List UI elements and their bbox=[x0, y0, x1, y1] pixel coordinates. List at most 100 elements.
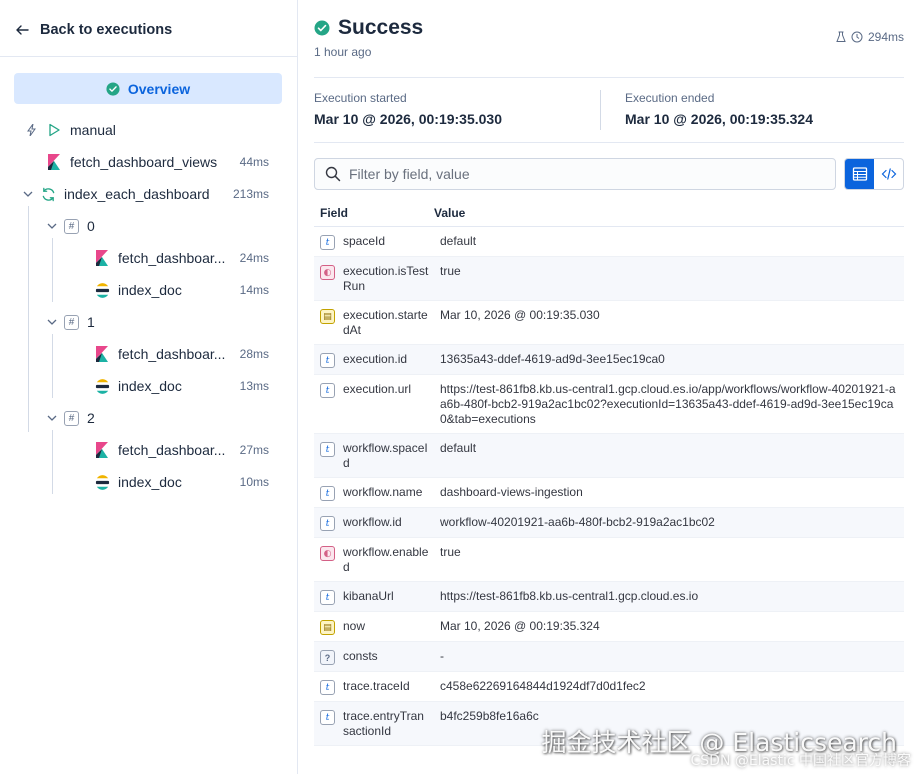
step-label: fetch_dashboar... bbox=[118, 442, 226, 458]
step-label: index_doc bbox=[118, 474, 182, 490]
step-fetch-dashboard[interactable]: fetch_dashboar... bbox=[94, 246, 230, 270]
step-index-doc[interactable]: index_doc bbox=[94, 470, 182, 494]
date-type-icon: ▤ bbox=[320, 620, 335, 635]
field-name: execution.isTestRun bbox=[343, 264, 429, 293]
table-body: t spaceId default ◐ execution.isTestRun true ▤… bbox=[314, 227, 904, 746]
step-duration: 44ms bbox=[239, 155, 269, 169]
step-duration: 10ms bbox=[239, 475, 269, 489]
field-cell: ▤ execution.startedAt bbox=[314, 301, 440, 344]
check-circle-icon bbox=[106, 81, 120, 96]
chevron-down-icon[interactable] bbox=[46, 412, 58, 424]
iteration-label: 1 bbox=[87, 314, 95, 330]
string-type-icon: t bbox=[320, 590, 335, 605]
field-name: execution.id bbox=[343, 352, 408, 366]
table-row[interactable]: t execution.id 13635a43-ddef-4619-ad9d-3ee… bbox=[314, 345, 904, 375]
summary-divider bbox=[600, 90, 601, 130]
back-label: Back to executions bbox=[40, 22, 173, 38]
table-row[interactable]: ◐ workflow.enabled true bbox=[314, 538, 904, 582]
unknown-type-icon: ? bbox=[320, 650, 335, 665]
table-header: Field Value bbox=[314, 199, 904, 227]
back-to-executions-link[interactable]: Back to executions bbox=[14, 18, 172, 42]
table-row[interactable]: t workflow.id workflow-40201921-aa6b-480f-… bbox=[314, 508, 904, 538]
step-index-doc[interactable]: index_doc bbox=[94, 278, 182, 302]
overview-item[interactable]: Overview bbox=[14, 73, 282, 104]
step-duration: 24ms bbox=[239, 251, 269, 265]
bolt-icon bbox=[24, 122, 40, 138]
string-type-icon: t bbox=[320, 383, 335, 398]
kibana-icon bbox=[94, 442, 110, 458]
field-value: 13635a43-ddef-4619-ad9d-3ee15ec19ca0 bbox=[440, 352, 665, 366]
step-fetch-dashboard[interactable]: fetch_dashboar... bbox=[94, 342, 230, 366]
table-row[interactable]: ? consts - bbox=[314, 642, 904, 672]
step-label: index_each_dashboard bbox=[64, 186, 210, 202]
table-row[interactable]: t spaceId default bbox=[314, 227, 904, 257]
field-name: workflow.spaceId bbox=[343, 441, 428, 470]
step-label: fetch_dashboar... bbox=[118, 346, 226, 362]
table-row[interactable]: ▤ now Mar 10, 2026 @ 00:19:35.324 bbox=[314, 612, 904, 642]
field-value: https://test-861fb8.kb.us-central1.gcp.c… bbox=[440, 589, 699, 603]
overview-label: Overview bbox=[127, 80, 191, 97]
field-value: - bbox=[440, 649, 444, 663]
table-icon bbox=[852, 167, 867, 181]
field-name: execution.url bbox=[343, 382, 412, 396]
step-label: fetch_dashboard_views bbox=[70, 154, 218, 170]
iteration-label: 2 bbox=[87, 410, 95, 426]
elasticsearch-icon bbox=[94, 282, 110, 298]
field-cell: ? consts bbox=[314, 642, 440, 671]
hash-icon: # bbox=[64, 218, 79, 234]
step-fetch-dashboard-views[interactable]: fetch_dashboard_views bbox=[46, 150, 226, 174]
field-name: kibanaUrl bbox=[343, 589, 394, 603]
loop-icon bbox=[40, 186, 56, 202]
field-cell: ◐ workflow.enabled bbox=[314, 538, 440, 581]
chevron-down-icon[interactable] bbox=[22, 188, 34, 200]
field-cell: t trace.entryTransactionId bbox=[314, 702, 440, 745]
table-row[interactable]: t workflow.spaceId default bbox=[314, 434, 904, 478]
string-type-icon: t bbox=[320, 710, 335, 725]
step-duration: 14ms bbox=[239, 283, 269, 297]
started-value: Mar 10 @ 2026, 00:19:35.030 bbox=[314, 111, 503, 127]
field-cell: ◐ execution.isTestRun bbox=[314, 257, 440, 300]
step-fetch-dashboard[interactable]: fetch_dashboar... bbox=[94, 438, 230, 462]
json-view-button[interactable] bbox=[874, 159, 903, 189]
table-row[interactable]: t workflow.name dashboard-views-ingestion bbox=[314, 478, 904, 508]
check-circle-icon bbox=[314, 20, 330, 36]
field-value: true bbox=[440, 545, 461, 559]
step-manual[interactable]: manual bbox=[46, 118, 116, 142]
step-index-each-dashboard[interactable]: index_each_dashboard bbox=[40, 182, 230, 206]
table-view-button[interactable] bbox=[845, 159, 874, 189]
step-duration: 28ms bbox=[239, 347, 269, 361]
chevron-down-icon[interactable] bbox=[46, 316, 58, 328]
chevron-down-icon[interactable] bbox=[46, 220, 58, 232]
table-row[interactable]: ◐ execution.isTestRun true bbox=[314, 257, 904, 301]
field-cell: t workflow.id bbox=[314, 508, 440, 537]
date-type-icon: ▤ bbox=[320, 309, 335, 324]
table-row[interactable]: ▤ execution.startedAt Mar 10, 2026 @ 00:19… bbox=[314, 301, 904, 345]
total-duration-value: 294ms bbox=[867, 30, 904, 44]
iteration-2[interactable]: # 2 bbox=[64, 406, 95, 430]
string-type-icon: t bbox=[320, 680, 335, 695]
field-cell: t execution.id bbox=[314, 345, 440, 374]
total-duration: 294ms bbox=[836, 30, 904, 44]
boolean-type-icon: ◐ bbox=[320, 546, 335, 561]
iteration-0[interactable]: # 0 bbox=[64, 214, 95, 238]
table-row[interactable]: t kibanaUrl https://test-861fb8.kb.us-cent… bbox=[314, 582, 904, 612]
ended-value: Mar 10 @ 2026, 00:19:35.324 bbox=[625, 111, 814, 127]
table-row[interactable]: t execution.url https://test-861fb8.kb.us-… bbox=[314, 375, 904, 434]
started-label: Execution started bbox=[314, 91, 407, 105]
filter-input[interactable] bbox=[349, 166, 819, 182]
filter-field[interactable] bbox=[314, 158, 836, 190]
hash-icon: # bbox=[64, 314, 79, 330]
column-field: Field bbox=[320, 205, 349, 220]
field-name: trace.entryTransactionId bbox=[343, 709, 424, 738]
field-value: dashboard-views-ingestion bbox=[440, 485, 583, 499]
field-value: Mar 10, 2026 @ 00:19:35.030 bbox=[440, 308, 600, 322]
step-index-doc[interactable]: index_doc bbox=[94, 374, 182, 398]
code-icon bbox=[881, 168, 896, 180]
iteration-1[interactable]: # 1 bbox=[64, 310, 95, 334]
field-name: workflow.name bbox=[343, 485, 423, 499]
tree-guide bbox=[52, 334, 53, 398]
play-icon bbox=[46, 122, 62, 138]
table-row[interactable]: t trace.traceId c458e62269164844d1924df7d0… bbox=[314, 672, 904, 702]
watermark-sub: CSDN @Elastic 中国社区官方博客 bbox=[690, 753, 912, 769]
hash-icon: # bbox=[64, 410, 79, 426]
